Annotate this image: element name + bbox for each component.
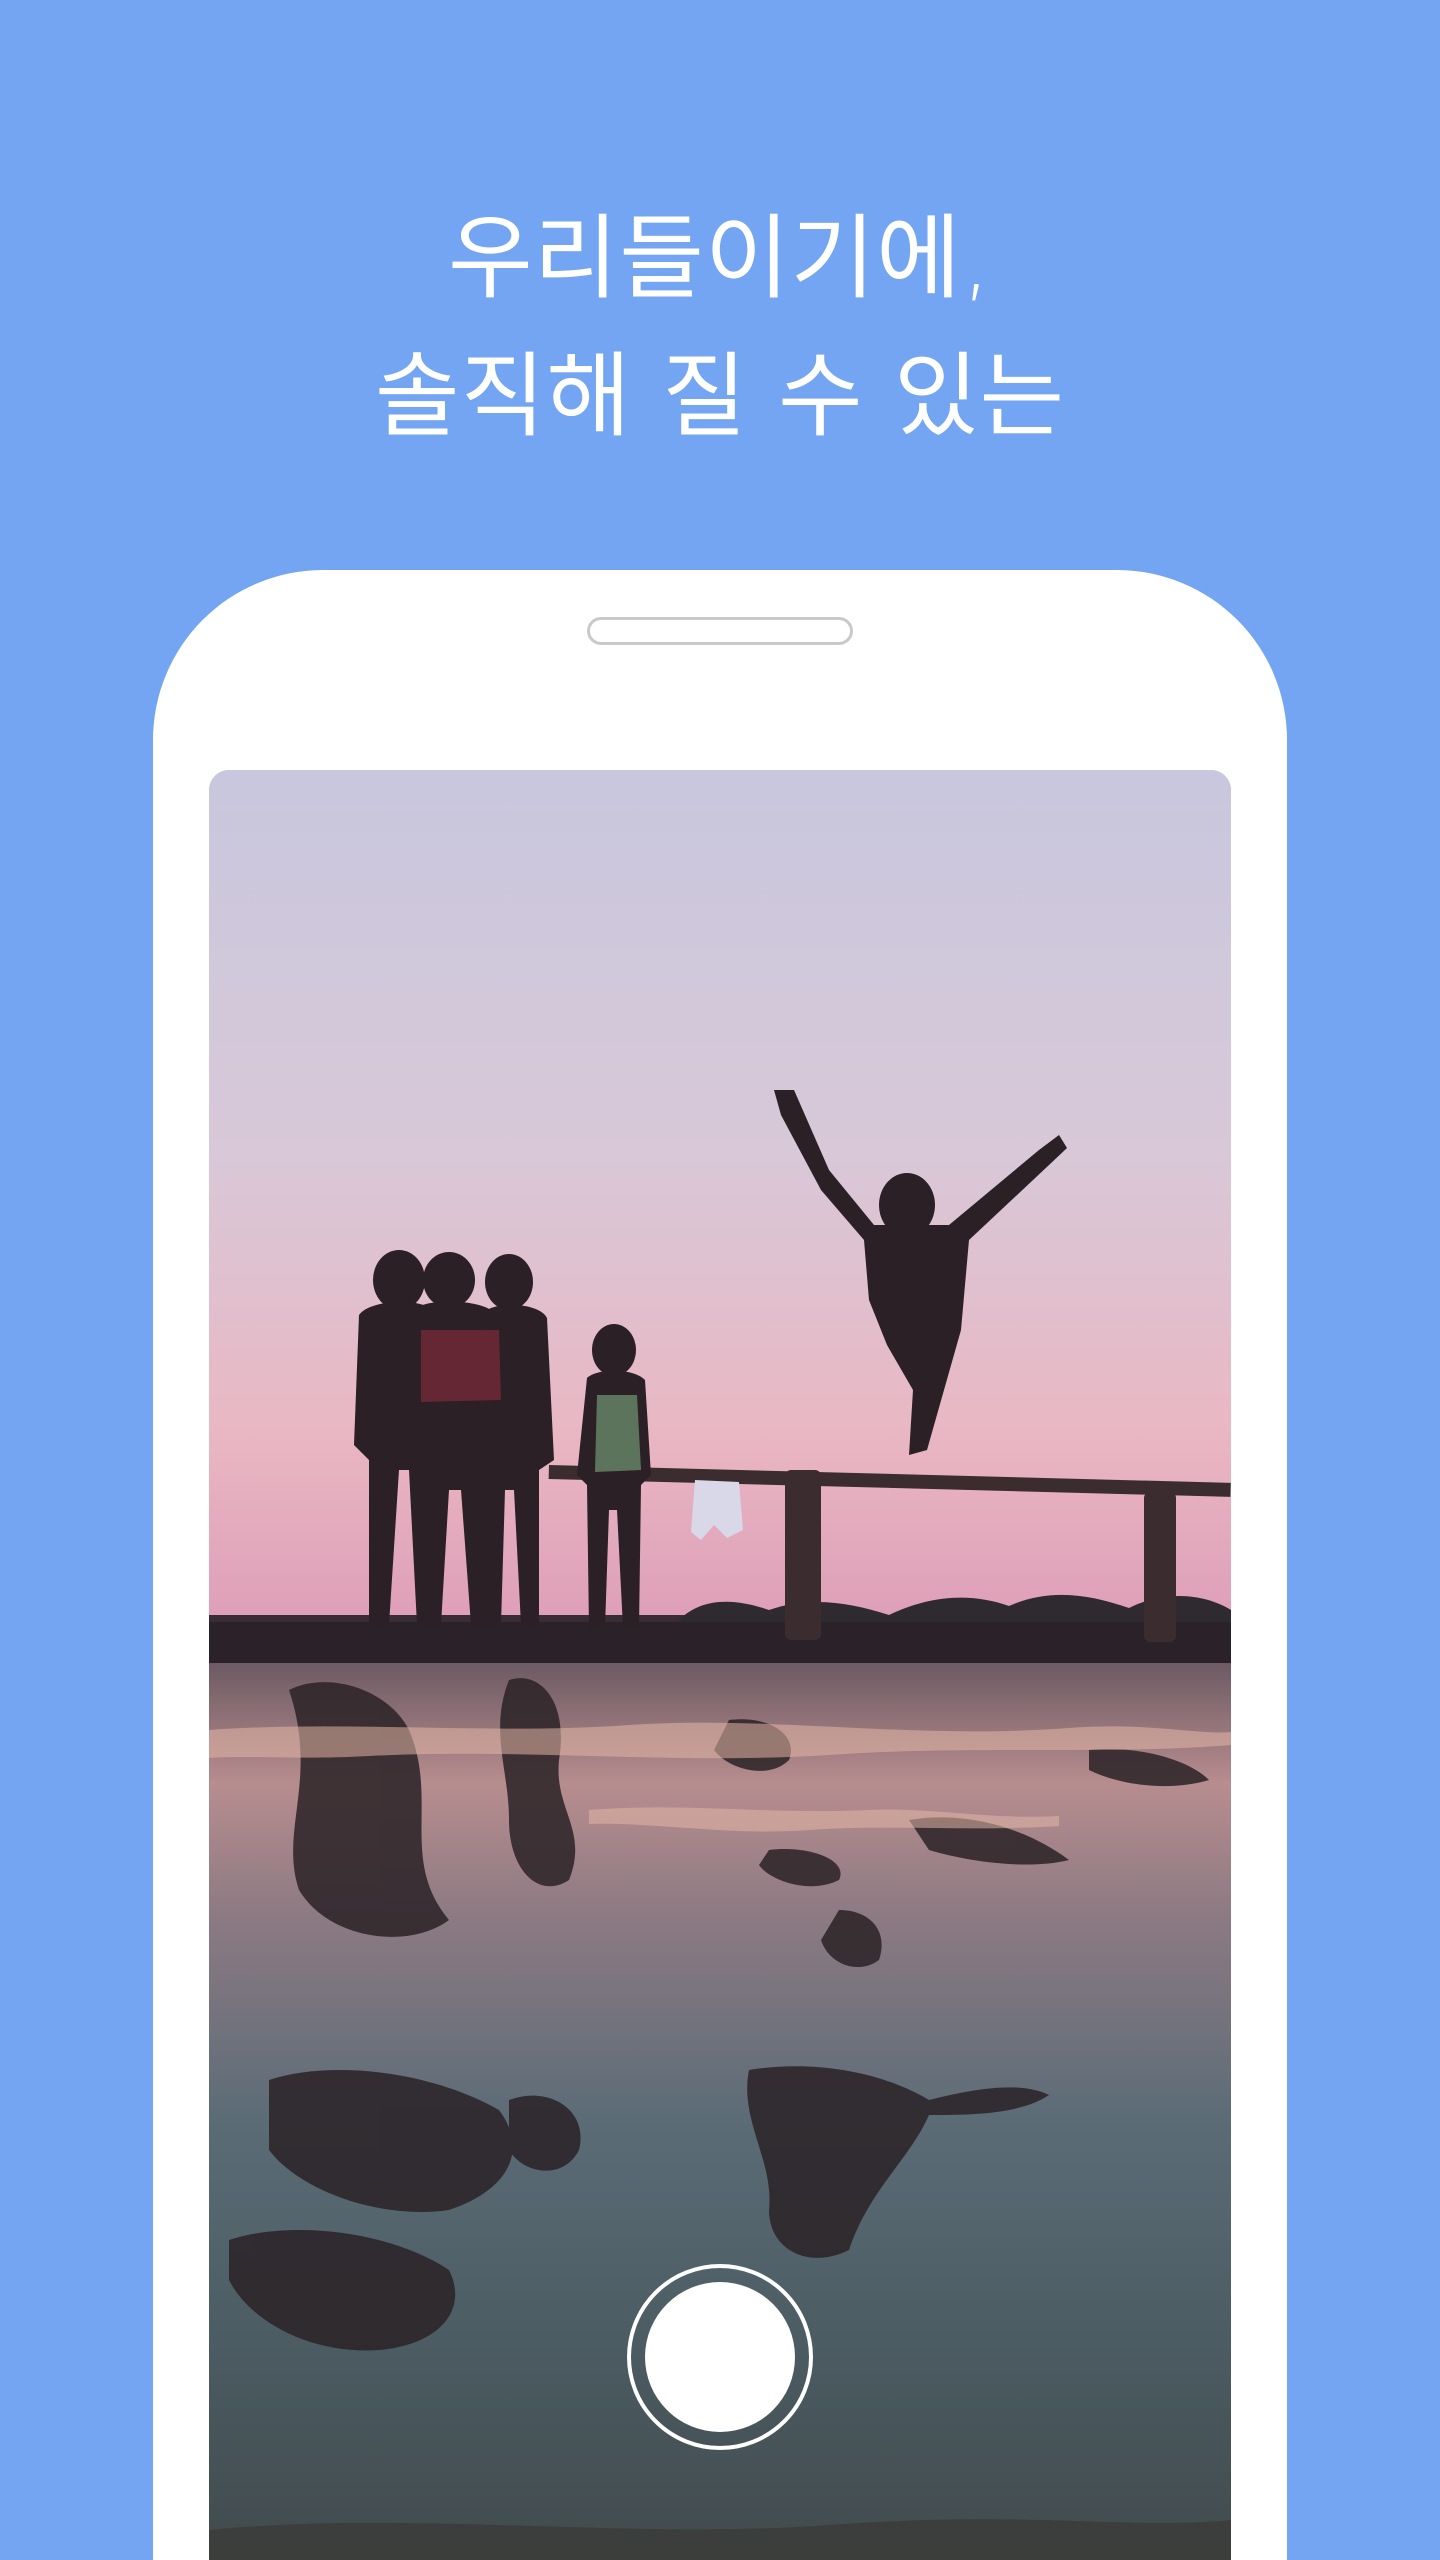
headline-line-1: 우리들이기에, bbox=[447, 205, 993, 312]
headline-line-2: 솔직해 질 수 있는 bbox=[374, 343, 1066, 450]
shutter-button[interactable] bbox=[627, 2264, 813, 2450]
headline: 우리들이기에, 솔직해 질 수 있는 bbox=[0, 190, 1440, 466]
phone-speaker bbox=[587, 617, 853, 645]
app-store-screenshot: 우리들이기에, 솔직해 질 수 있는 bbox=[0, 0, 1440, 2560]
camera-screen bbox=[209, 770, 1231, 2560]
shutter-icon bbox=[645, 2282, 795, 2432]
phone-mockup bbox=[153, 570, 1287, 2560]
